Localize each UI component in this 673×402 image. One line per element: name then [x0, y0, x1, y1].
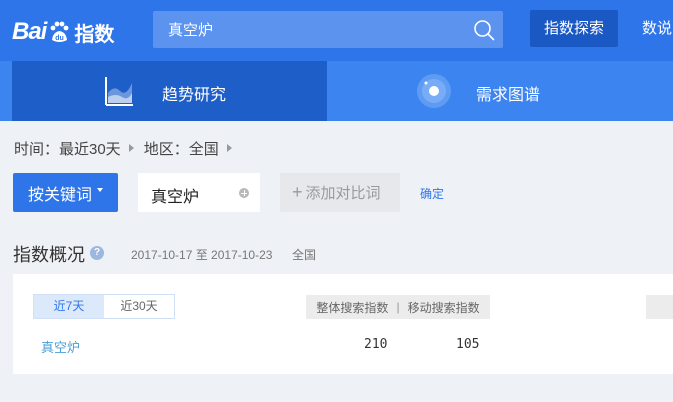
confirm-link[interactable]: 确定 [420, 185, 444, 202]
time-filter[interactable]: 时间：最近30天 [14, 138, 121, 159]
tab-demand-graph[interactable]: 需求图谱 [327, 61, 673, 121]
overview-title: 指数概况 [13, 245, 85, 265]
sub-navigation: 趋势研究 需求图谱 [0, 61, 673, 121]
baidu-index-logo[interactable]: Bai du 指数 [12, 12, 114, 52]
column-header: 整体搜索指数 | 移动搜索指数 [306, 295, 490, 319]
help-icon[interactable]: ? [90, 246, 104, 260]
add-circle-icon[interactable] [239, 188, 249, 198]
top-header: Bai du 指数 指数探索 数说 [0, 0, 673, 61]
search-input[interactable] [168, 11, 468, 48]
header-separator: | [396, 300, 400, 314]
keyword-chip[interactable]: 真空炉 [138, 173, 260, 212]
period-toggle: 近7天 近30天 [33, 294, 175, 319]
period-tab-7-days[interactable]: 近7天 [34, 295, 104, 318]
logo-latin: Bai [12, 18, 47, 45]
keyword-mode-label: 按关键词 [27, 186, 92, 204]
index-explore-button[interactable]: 指数探索 [530, 10, 618, 47]
search-icon[interactable] [473, 19, 495, 41]
add-compare-label: 添加对比词 [305, 185, 381, 202]
time-filter-arrow-icon[interactable] [128, 144, 134, 152]
add-compare-word-button[interactable]: + 添加对比词 [280, 173, 400, 212]
keyword-chip-label: 真空炉 [151, 189, 200, 206]
tab-trend-research[interactable]: 趋势研究 [12, 61, 327, 121]
demand-graph-icon [416, 73, 452, 114]
search-box [153, 11, 503, 48]
logo-chinese: 指数 [74, 23, 115, 46]
trend-chart-icon [104, 75, 134, 112]
tab-trend-research-label: 趋势研究 [162, 87, 227, 104]
tab-demand-graph-label: 需求图谱 [476, 87, 541, 104]
date-range: 2017-10-17 至 2017-10-23 [131, 248, 273, 262]
overview-panel: 近7天 近30天 整体搜索指数 | 移动搜索指数 真空炉 210 105 [13, 274, 673, 374]
plus-icon: + [292, 182, 303, 202]
column-header-extra [646, 295, 673, 319]
overall-search-index-header: 整体搜索指数 [316, 300, 389, 315]
caret-down-icon [97, 187, 103, 192]
region-label: 全国 [292, 248, 317, 262]
paw-icon: du [47, 20, 71, 44]
data-stories-link[interactable]: 数说 [642, 10, 672, 47]
period-tab-30-days[interactable]: 近30天 [104, 295, 174, 318]
logo-paw-text: du [56, 35, 65, 42]
row-mobile-value: 105 [456, 337, 480, 352]
keyword-mode-button[interactable]: 按关键词 [13, 173, 118, 212]
row-overall-value: 210 [364, 337, 388, 352]
filter-bar: 时间：最近30天 地区：全国 [14, 137, 242, 159]
mobile-search-index-header: 移动搜索指数 [407, 300, 480, 315]
region-filter[interactable]: 地区：全国 [144, 138, 219, 159]
region-filter-arrow-icon[interactable] [226, 144, 232, 152]
row-keyword[interactable]: 真空炉 [41, 337, 80, 356]
